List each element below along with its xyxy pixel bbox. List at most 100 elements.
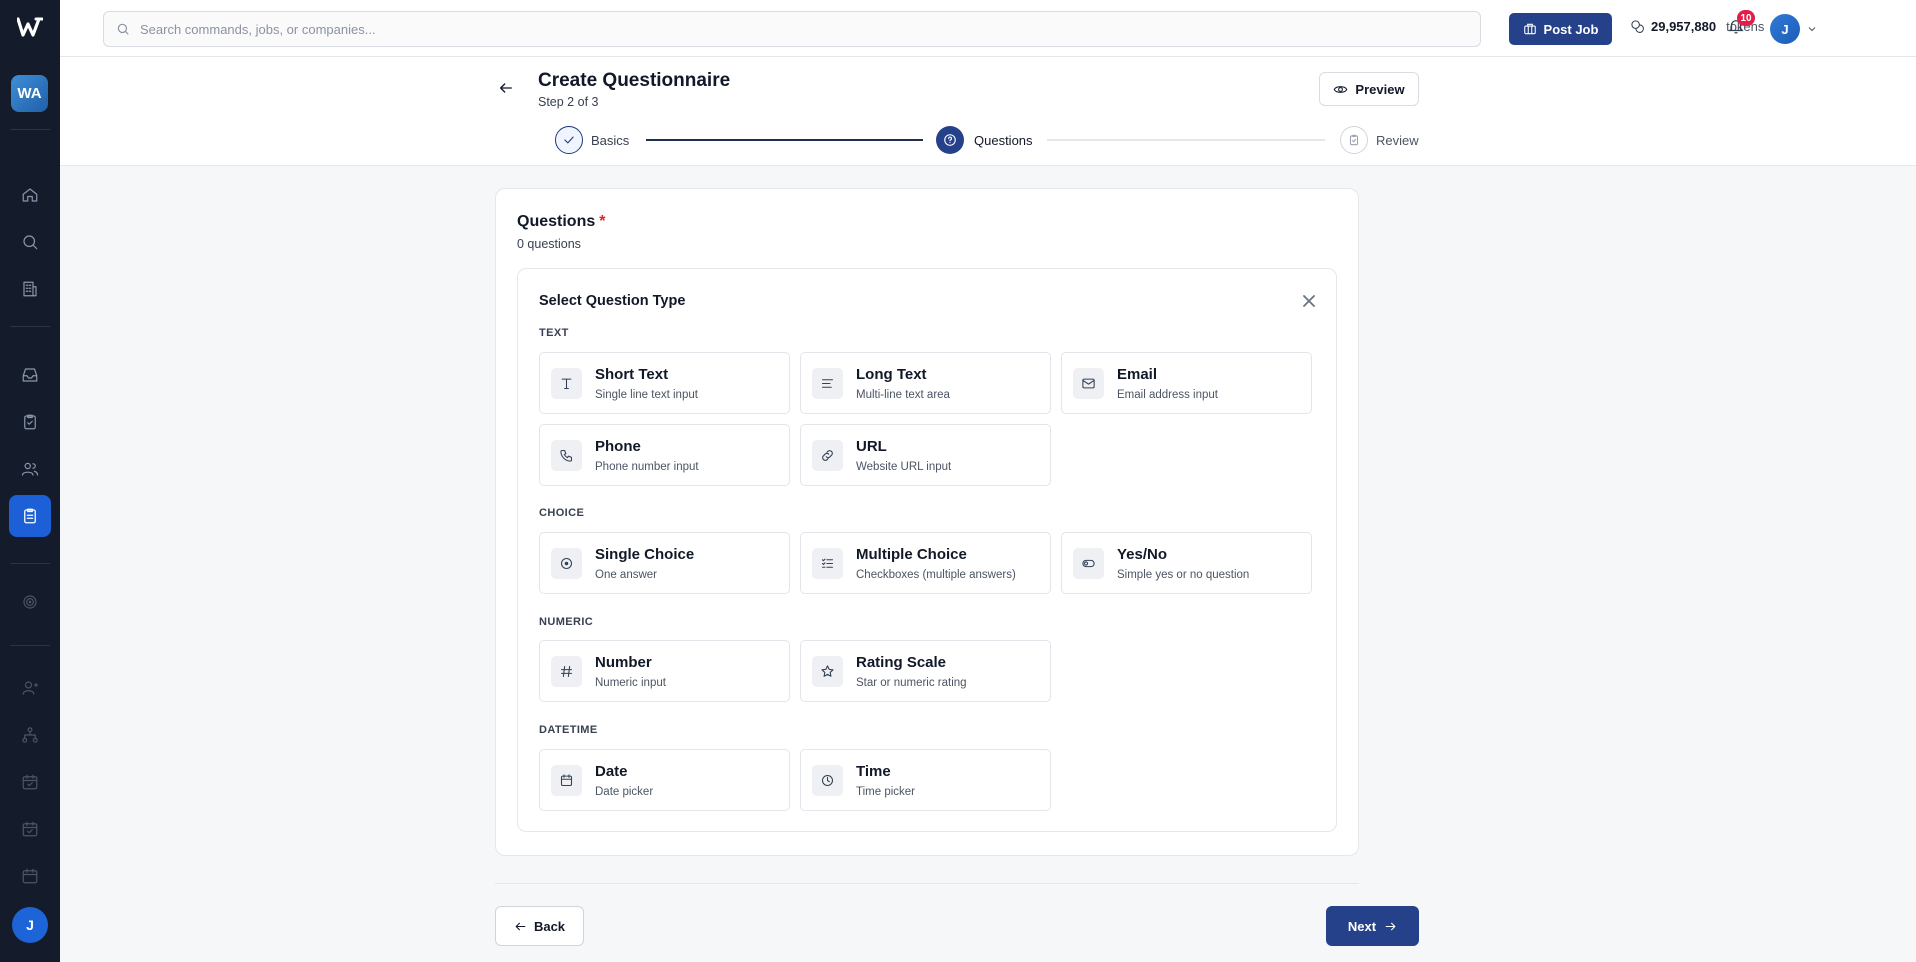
option-title: Single Choice	[595, 546, 695, 563]
close-icon[interactable]	[1303, 294, 1317, 308]
question-type-long-text[interactable]: Long Text Multi-line text area	[800, 352, 1051, 414]
page-header	[60, 57, 1916, 166]
option-title: Email	[1117, 366, 1158, 383]
search-input[interactable]	[140, 21, 1440, 37]
search-icon[interactable]	[18, 230, 42, 254]
command-search[interactable]	[103, 11, 1481, 47]
radio-icon	[551, 548, 582, 579]
inbox-icon[interactable]	[18, 363, 42, 387]
sidebar-divider	[10, 563, 50, 564]
section-label-numeric: NUMERIC	[539, 616, 594, 628]
option-title: Phone	[595, 438, 641, 455]
top-bar: Post Job 29,957,880 tokens	[60, 0, 1916, 57]
building-icon[interactable]	[18, 277, 42, 301]
question-count: 0 questions	[517, 237, 581, 251]
next-button[interactable]: Next	[1326, 906, 1419, 946]
target-icon[interactable]	[18, 590, 42, 614]
questionnaire-icon	[24, 508, 36, 524]
option-description: Time picker	[856, 786, 915, 798]
calendar-check-icon[interactable]	[18, 770, 42, 794]
eye-icon	[1334, 85, 1348, 93]
question-type-short-text[interactable]: Short Text Single line text input	[539, 352, 790, 414]
question-type-yes-no[interactable]: Yes/No Simple yes or no question	[1061, 532, 1312, 594]
phone-icon	[551, 440, 582, 471]
option-description: Checkboxes (multiple answers)	[856, 569, 1016, 581]
next-label: Next	[1347, 918, 1377, 934]
step-label-review[interactable]: Review	[1376, 133, 1419, 148]
option-title: Short Text	[595, 366, 669, 383]
clipboard-check-icon[interactable]	[18, 410, 42, 434]
text-t-icon	[551, 368, 582, 399]
home-icon[interactable]	[18, 183, 42, 207]
step-review-indicator[interactable]	[1340, 126, 1368, 154]
align-left-icon	[812, 368, 843, 399]
option-description: Multi-line text area	[856, 389, 950, 401]
sidebar-divider	[10, 129, 50, 130]
question-type-rating-scale[interactable]: Rating Scale Star or numeric rating	[800, 640, 1051, 702]
calendar-check-icon[interactable]	[18, 817, 42, 841]
calendar-icon	[551, 765, 582, 796]
option-description: Single line text input	[595, 389, 698, 401]
workspace-switcher[interactable]: WA	[11, 75, 48, 112]
user-icon[interactable]	[18, 676, 42, 700]
back-button[interactable]: Back	[495, 906, 584, 946]
post-job-label: Post Job	[1543, 21, 1599, 37]
arrow-left-icon[interactable]	[498, 80, 518, 100]
check-icon	[564, 136, 574, 144]
option-title: Long Text	[856, 366, 927, 383]
page-title: Create Questionnaire	[538, 70, 731, 91]
hash-icon	[551, 656, 582, 687]
question-type-time[interactable]: Time Time picker	[800, 749, 1051, 811]
briefcase-icon	[1523, 23, 1536, 35]
option-description: Phone number input	[595, 461, 699, 473]
option-description: Star or numeric rating	[856, 677, 967, 689]
picker-title: Select Question Type	[539, 293, 686, 309]
option-title: Rating Scale	[856, 654, 947, 671]
step-basics-indicator[interactable]	[555, 126, 583, 154]
option-description: Simple yes or no question	[1117, 569, 1250, 581]
option-title: Number	[595, 654, 652, 671]
option-description: Website URL input	[856, 461, 952, 473]
sidebar-user-avatar[interactable]: J	[12, 907, 48, 943]
section-label-choice: CHOICE	[539, 507, 585, 519]
post-job-button[interactable]: Post Job	[1509, 13, 1612, 45]
arrow-left-icon	[515, 922, 526, 930]
toggle-icon	[1073, 548, 1104, 579]
question-type-email[interactable]: Email Email address input	[1061, 352, 1312, 414]
question-type-url[interactable]: URL Website URL input	[800, 424, 1051, 486]
org-chart-icon[interactable]	[18, 723, 42, 747]
option-title: Multiple Choice	[856, 546, 967, 563]
user-avatar[interactable]: J	[1770, 14, 1800, 44]
footer-divider	[495, 883, 1359, 884]
main-content: Post Job 29,957,880 tokens 10 J Create Q…	[60, 0, 1916, 962]
mail-icon	[1073, 368, 1104, 399]
users-icon[interactable]	[18, 457, 42, 481]
clock-icon	[812, 765, 843, 796]
option-title: URL	[856, 438, 887, 455]
step-label-questions[interactable]: Questions	[974, 133, 1033, 148]
question-type-date[interactable]: Date Date picker	[539, 749, 790, 811]
option-description: Date picker	[595, 786, 654, 798]
questions-title: Questions	[517, 213, 596, 230]
question-type-number[interactable]: Number Numeric input	[539, 640, 790, 702]
option-title: Time	[856, 763, 891, 780]
option-title: Date	[595, 763, 628, 780]
option-description: Numeric input	[595, 677, 666, 689]
question-type-single-choice[interactable]: Single Choice One answer	[539, 532, 790, 594]
option-description: One answer	[595, 569, 658, 581]
step-questions-indicator[interactable]	[936, 126, 964, 154]
clipboard-check-icon	[1349, 134, 1359, 146]
chevron-down-icon[interactable]	[1806, 22, 1818, 34]
question-type-phone[interactable]: Phone Phone number input	[539, 424, 790, 486]
checklist-icon	[812, 548, 843, 579]
sidebar-item-questionnaires[interactable]	[9, 495, 51, 537]
section-label-text: TEXT	[539, 327, 569, 339]
step-label-basics[interactable]: Basics	[591, 133, 629, 148]
back-label: Back	[533, 918, 566, 934]
required-marker: *	[599, 213, 606, 230]
token-count: 29,957,880	[1651, 19, 1717, 34]
question-type-multiple-choice[interactable]: Multiple Choice Checkboxes (multiple ans…	[800, 532, 1051, 594]
app-logo-icon[interactable]	[16, 16, 44, 38]
preview-button[interactable]: Preview	[1319, 72, 1419, 106]
calendar-icon[interactable]	[18, 864, 42, 888]
